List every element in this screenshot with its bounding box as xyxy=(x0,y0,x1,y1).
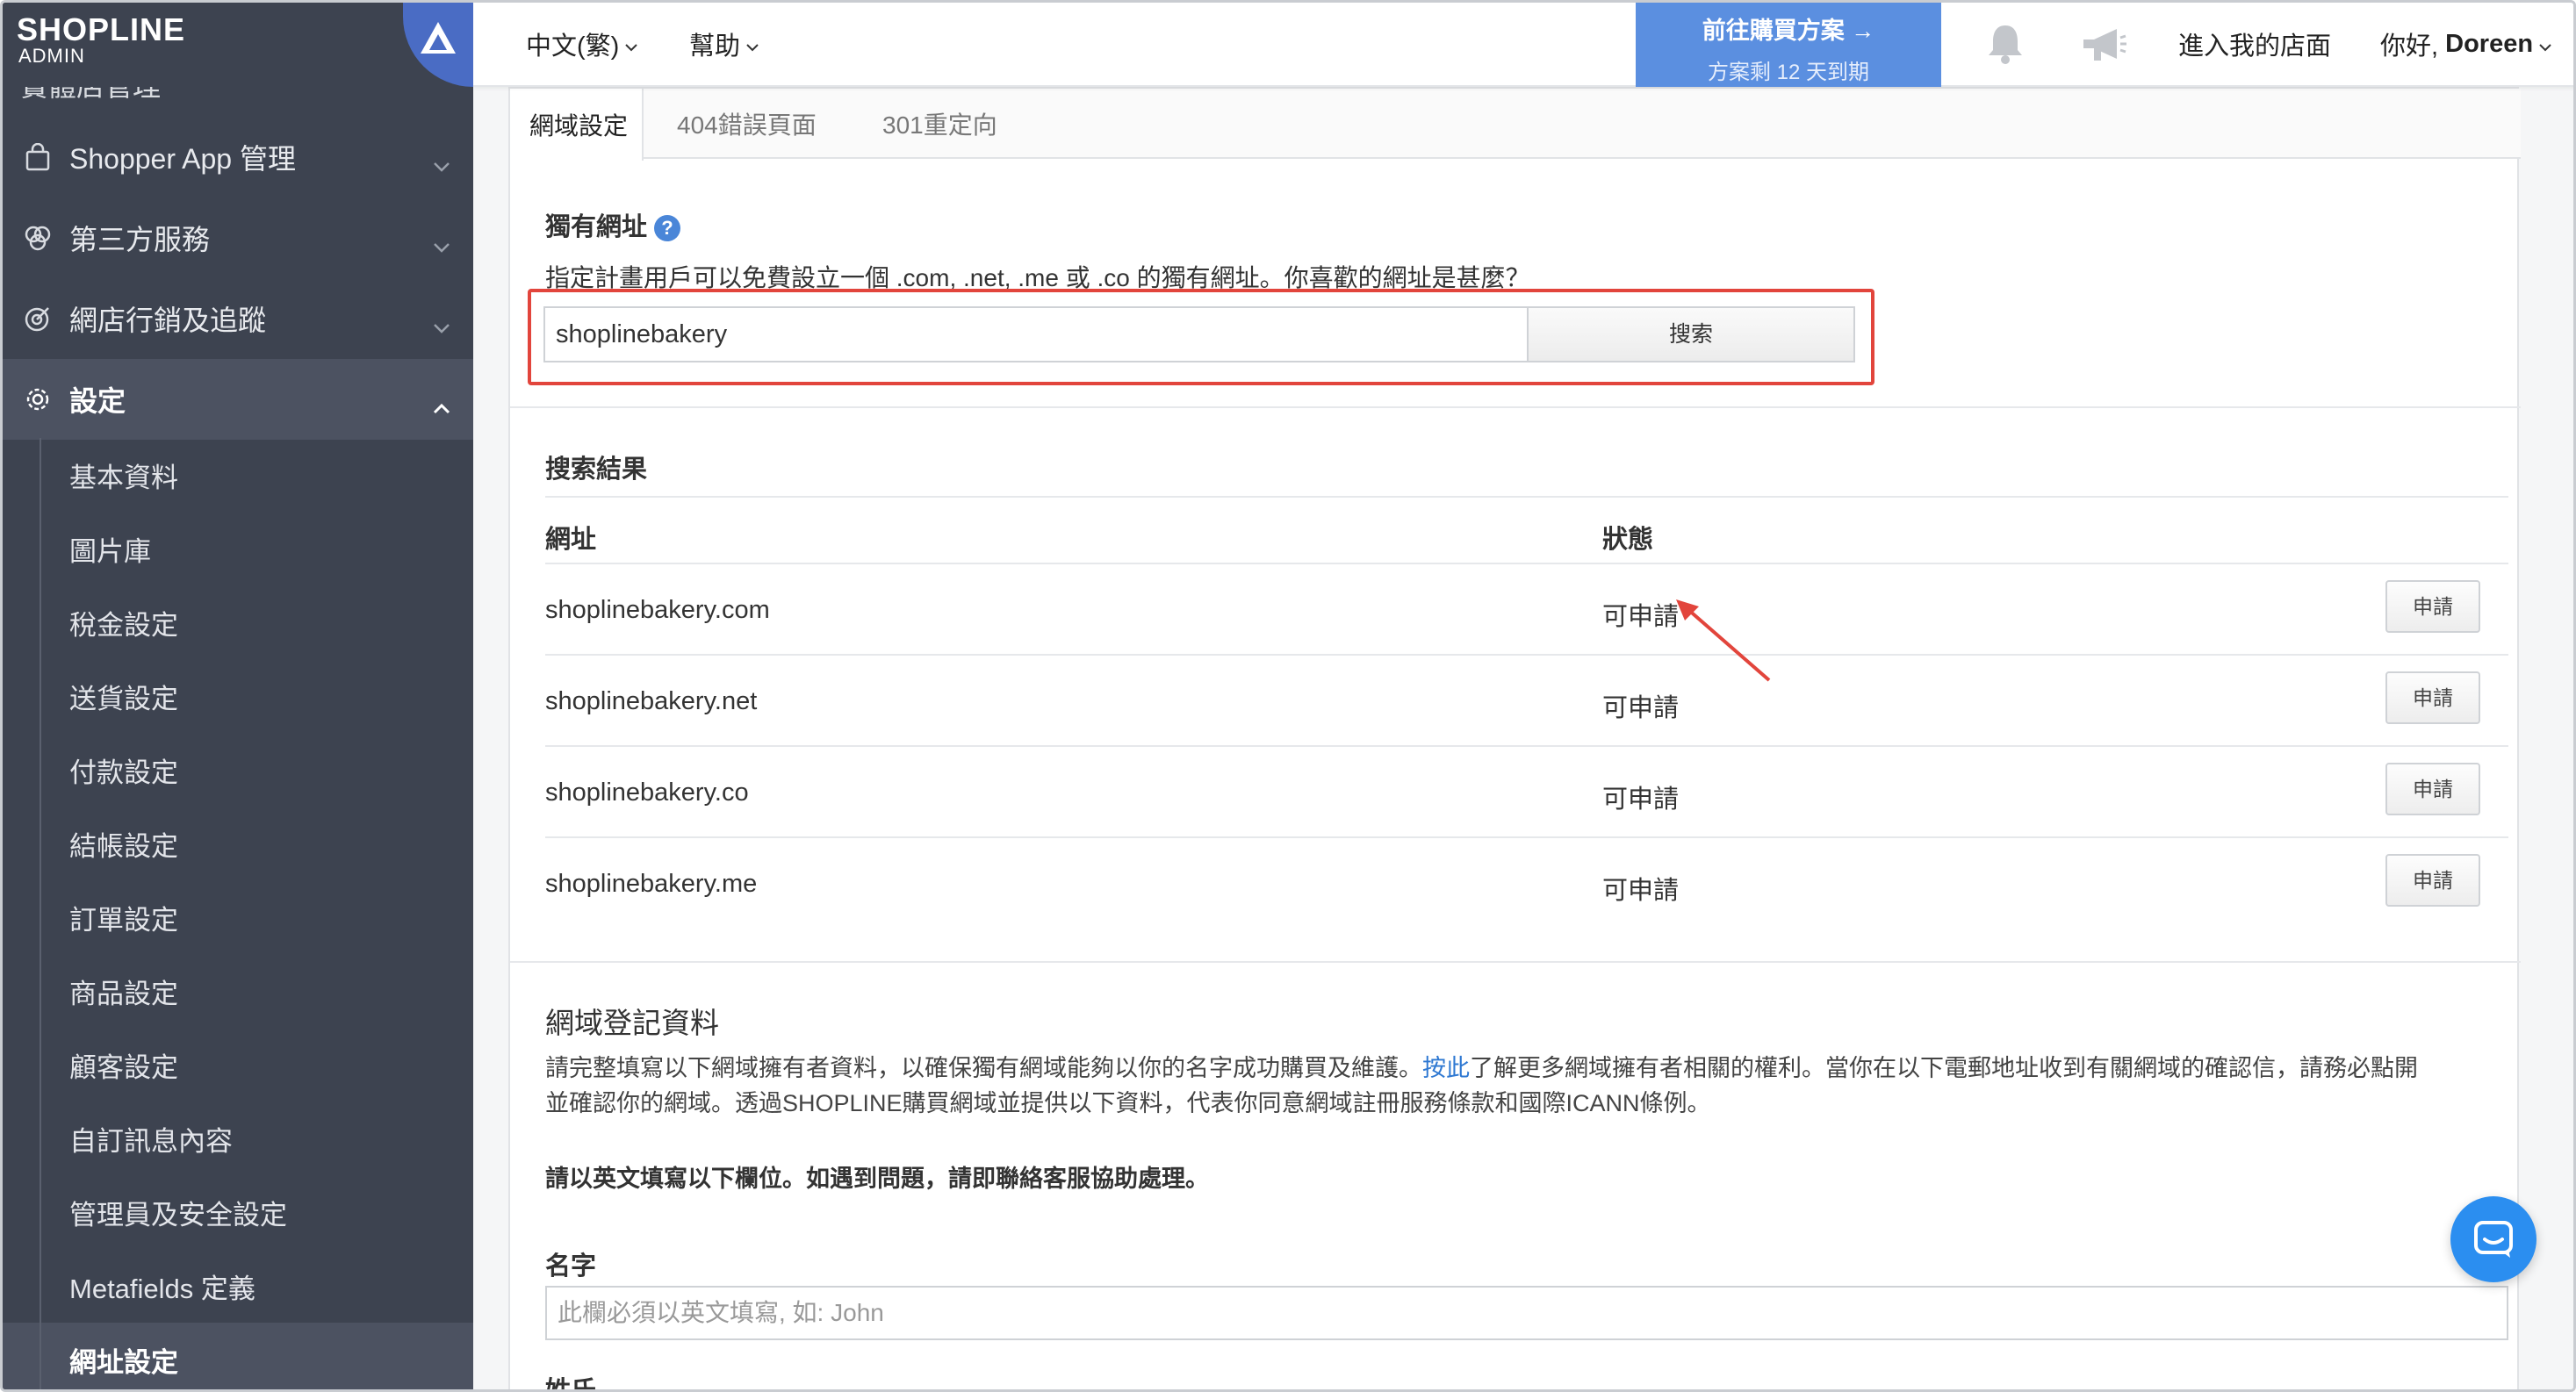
divider xyxy=(545,496,2508,498)
language-dropdown[interactable]: 中文(繁) xyxy=(526,25,638,62)
upgrade-title: 前往購買方案 → xyxy=(1702,18,1875,44)
sidebar-subitem-products[interactable]: 商品設定 xyxy=(3,954,473,1028)
sidebar: 實體店管理 SHOPLINE ADMIN Shopper App 管理 xyxy=(3,3,473,1389)
domain-title-text: 獨有網址 xyxy=(545,213,648,241)
sidebar-subitem-admin-security[interactable]: 管理員及安全設定 xyxy=(3,1175,473,1249)
chevron-up-icon xyxy=(433,389,450,421)
result-status: 可申請 xyxy=(1602,603,1680,631)
user-name: Doreen xyxy=(2445,29,2534,58)
chat-icon xyxy=(2474,1221,2513,1258)
col-url-header: 網址 xyxy=(545,526,597,554)
apply-button[interactable]: 申請 xyxy=(2385,854,2480,907)
app-logo-icon xyxy=(421,22,456,54)
language-label: 中文(繁) xyxy=(526,32,620,61)
sidebar-subitem-payment[interactable]: 付款設定 xyxy=(3,733,473,807)
result-status: 可申請 xyxy=(1602,694,1680,722)
sidebar-item-settings[interactable]: 設定 xyxy=(3,359,473,440)
chevron-down-icon xyxy=(2538,30,2552,59)
sidebar-item-label: Shopper App 管理 xyxy=(69,143,296,175)
sidebar-subitem-basic-info[interactable]: 基本資料 xyxy=(3,438,473,512)
divider xyxy=(545,654,2508,656)
result-url: shoplinebakery.me xyxy=(545,870,758,898)
tab-301-redirect[interactable]: 301重定向 xyxy=(882,89,997,159)
apply-button[interactable]: 申請 xyxy=(2385,763,2480,815)
results-title: 搜索結果 xyxy=(545,456,648,484)
sidebar-item-label: 網店行銷及追蹤 xyxy=(69,305,267,336)
sidebar-subitem-custom-messages[interactable]: 自訂訊息內容 xyxy=(3,1101,473,1175)
circles-icon xyxy=(22,222,54,254)
help-label: 幫助 xyxy=(689,32,741,61)
annotation-arrow-icon xyxy=(1676,599,1771,682)
sidebar-item-shopper-app[interactable]: Shopper App 管理 xyxy=(3,117,473,197)
result-url: shoplinebakery.com xyxy=(545,596,770,624)
divider xyxy=(510,406,2521,408)
registration-title: 網域登記資料 xyxy=(545,1007,719,1039)
divider xyxy=(545,745,2508,747)
name-label: 名字 xyxy=(545,1252,597,1281)
sidebar-subitem-delivery[interactable]: 送貨設定 xyxy=(3,659,473,733)
sidebar-subitem-tax[interactable]: 稅金設定 xyxy=(3,585,473,659)
plan-remaining: 方案剩 12 天到期 xyxy=(1707,61,1870,84)
greeting-label: 你好, xyxy=(2380,32,2439,61)
sidebar-subitem-domain-settings[interactable]: 網址設定 xyxy=(3,1323,473,1389)
registration-text: 了解更多網域擁有者相關的權利。當你在以下電郵地址收到有關網域的確認信，請務必點開 xyxy=(1470,1055,2418,1081)
domain-section-title: 獨有網址? xyxy=(545,206,681,243)
divider xyxy=(510,961,2521,963)
bell-icon[interactable] xyxy=(1985,22,2026,68)
target-icon xyxy=(22,303,54,334)
result-status: 可申請 xyxy=(1602,786,1680,814)
chevron-down-icon xyxy=(433,227,450,260)
megaphone-icon[interactable] xyxy=(2080,27,2127,67)
divider xyxy=(545,563,2508,564)
visit-store-link[interactable]: 進入我的店面 xyxy=(2178,25,2331,62)
shopping-bag-icon xyxy=(22,141,54,173)
sidebar-item-label: 第三方服務 xyxy=(69,224,211,255)
registration-description: 請完整填寫以下網域擁有者資料，以確保獨有網域能夠以你的名字成功購買及維護。按此了… xyxy=(545,1051,2512,1121)
col-status-header: 狀態 xyxy=(1602,526,1654,554)
submenu-rail xyxy=(40,438,41,1389)
sidebar-subitem-customers[interactable]: 顧客設定 xyxy=(3,1028,473,1101)
apply-button[interactable]: 申請 xyxy=(2385,580,2480,633)
result-url: shoplinebakery.co xyxy=(545,779,749,807)
result-status: 可申請 xyxy=(1602,877,1680,905)
registration-text: 並確認你的網域。透過SHOPLINE購買網域並提供以下資料，代表你同意網域註冊服… xyxy=(545,1090,1711,1116)
apply-button[interactable]: 申請 xyxy=(2385,671,2480,724)
surname-label: 姓氏 xyxy=(545,1377,597,1392)
search-button[interactable]: 搜索 xyxy=(1527,306,1855,362)
sidebar-item-label: 設定 xyxy=(69,385,126,417)
sidebar-subitem-media-library[interactable]: 圖片庫 xyxy=(3,512,473,585)
tab-404-page[interactable]: 404錯誤頁面 xyxy=(677,89,817,159)
registration-text: 請完整填寫以下網域擁有者資料，以確保獨有網域能夠以你的名字成功購買及維護。 xyxy=(545,1055,1422,1081)
user-menu[interactable]: 你好, Doreen xyxy=(2380,25,2552,62)
result-url: shoplinebakery.net xyxy=(545,687,758,715)
tab-domain-settings[interactable]: 網域設定 xyxy=(510,89,644,161)
chevron-down-icon xyxy=(433,147,450,179)
chevron-down-icon xyxy=(745,30,759,59)
sidebar-subitem-orders[interactable]: 訂單設定 xyxy=(3,880,473,954)
sidebar-item-third-party[interactable]: 第三方服務 xyxy=(3,197,473,278)
sidebar-item-marketing[interactable]: 網店行銷及追蹤 xyxy=(3,278,473,359)
first-name-input[interactable]: 此欄必須以英文填寫, 如: John xyxy=(545,1286,2508,1340)
sidebar-subitem-checkout[interactable]: 結帳設定 xyxy=(3,807,473,880)
learn-more-link[interactable]: 按此 xyxy=(1422,1055,1470,1081)
sidebar-subitem-metafields[interactable]: Metafields 定義 xyxy=(3,1249,473,1323)
logo-subtitle: ADMIN xyxy=(18,45,85,67)
chevron-down-icon xyxy=(433,308,450,341)
gear-icon xyxy=(22,384,54,415)
english-notice: 請以英文填寫以下欄位。如遇到問題，請即聯絡客服協助處理。 xyxy=(545,1166,1209,1192)
help-dropdown[interactable]: 幫助 xyxy=(689,25,759,62)
upgrade-plan-button[interactable]: 前往購買方案 → 方案剩 12 天到期 xyxy=(1636,3,1941,87)
collapse-toggle[interactable] xyxy=(403,3,473,87)
divider xyxy=(545,836,2508,838)
chat-support-button[interactable] xyxy=(2450,1196,2536,1282)
logo-area: SHOPLINE ADMIN xyxy=(3,3,473,87)
topbar: 中文(繁) 幫助 前往購買方案 → 方案剩 12 天到期 進入我的店面 你好, … xyxy=(473,3,2573,87)
logo[interactable]: SHOPLINE xyxy=(17,11,185,48)
tab-bar: 網域設定 404錯誤頁面 301重定向 xyxy=(510,89,2521,161)
domain-search-input[interactable]: shoplinebakery xyxy=(543,306,1529,362)
chevron-down-icon xyxy=(624,30,638,59)
app-window: 實體店管理 SHOPLINE ADMIN Shopper App 管理 xyxy=(0,0,2576,1392)
settings-submenu: 基本資料 圖片庫 稅金設定 送貨設定 付款設定 結帳設定 訂單設定 商品設定 顧… xyxy=(3,438,473,1389)
help-icon[interactable]: ? xyxy=(654,215,681,242)
